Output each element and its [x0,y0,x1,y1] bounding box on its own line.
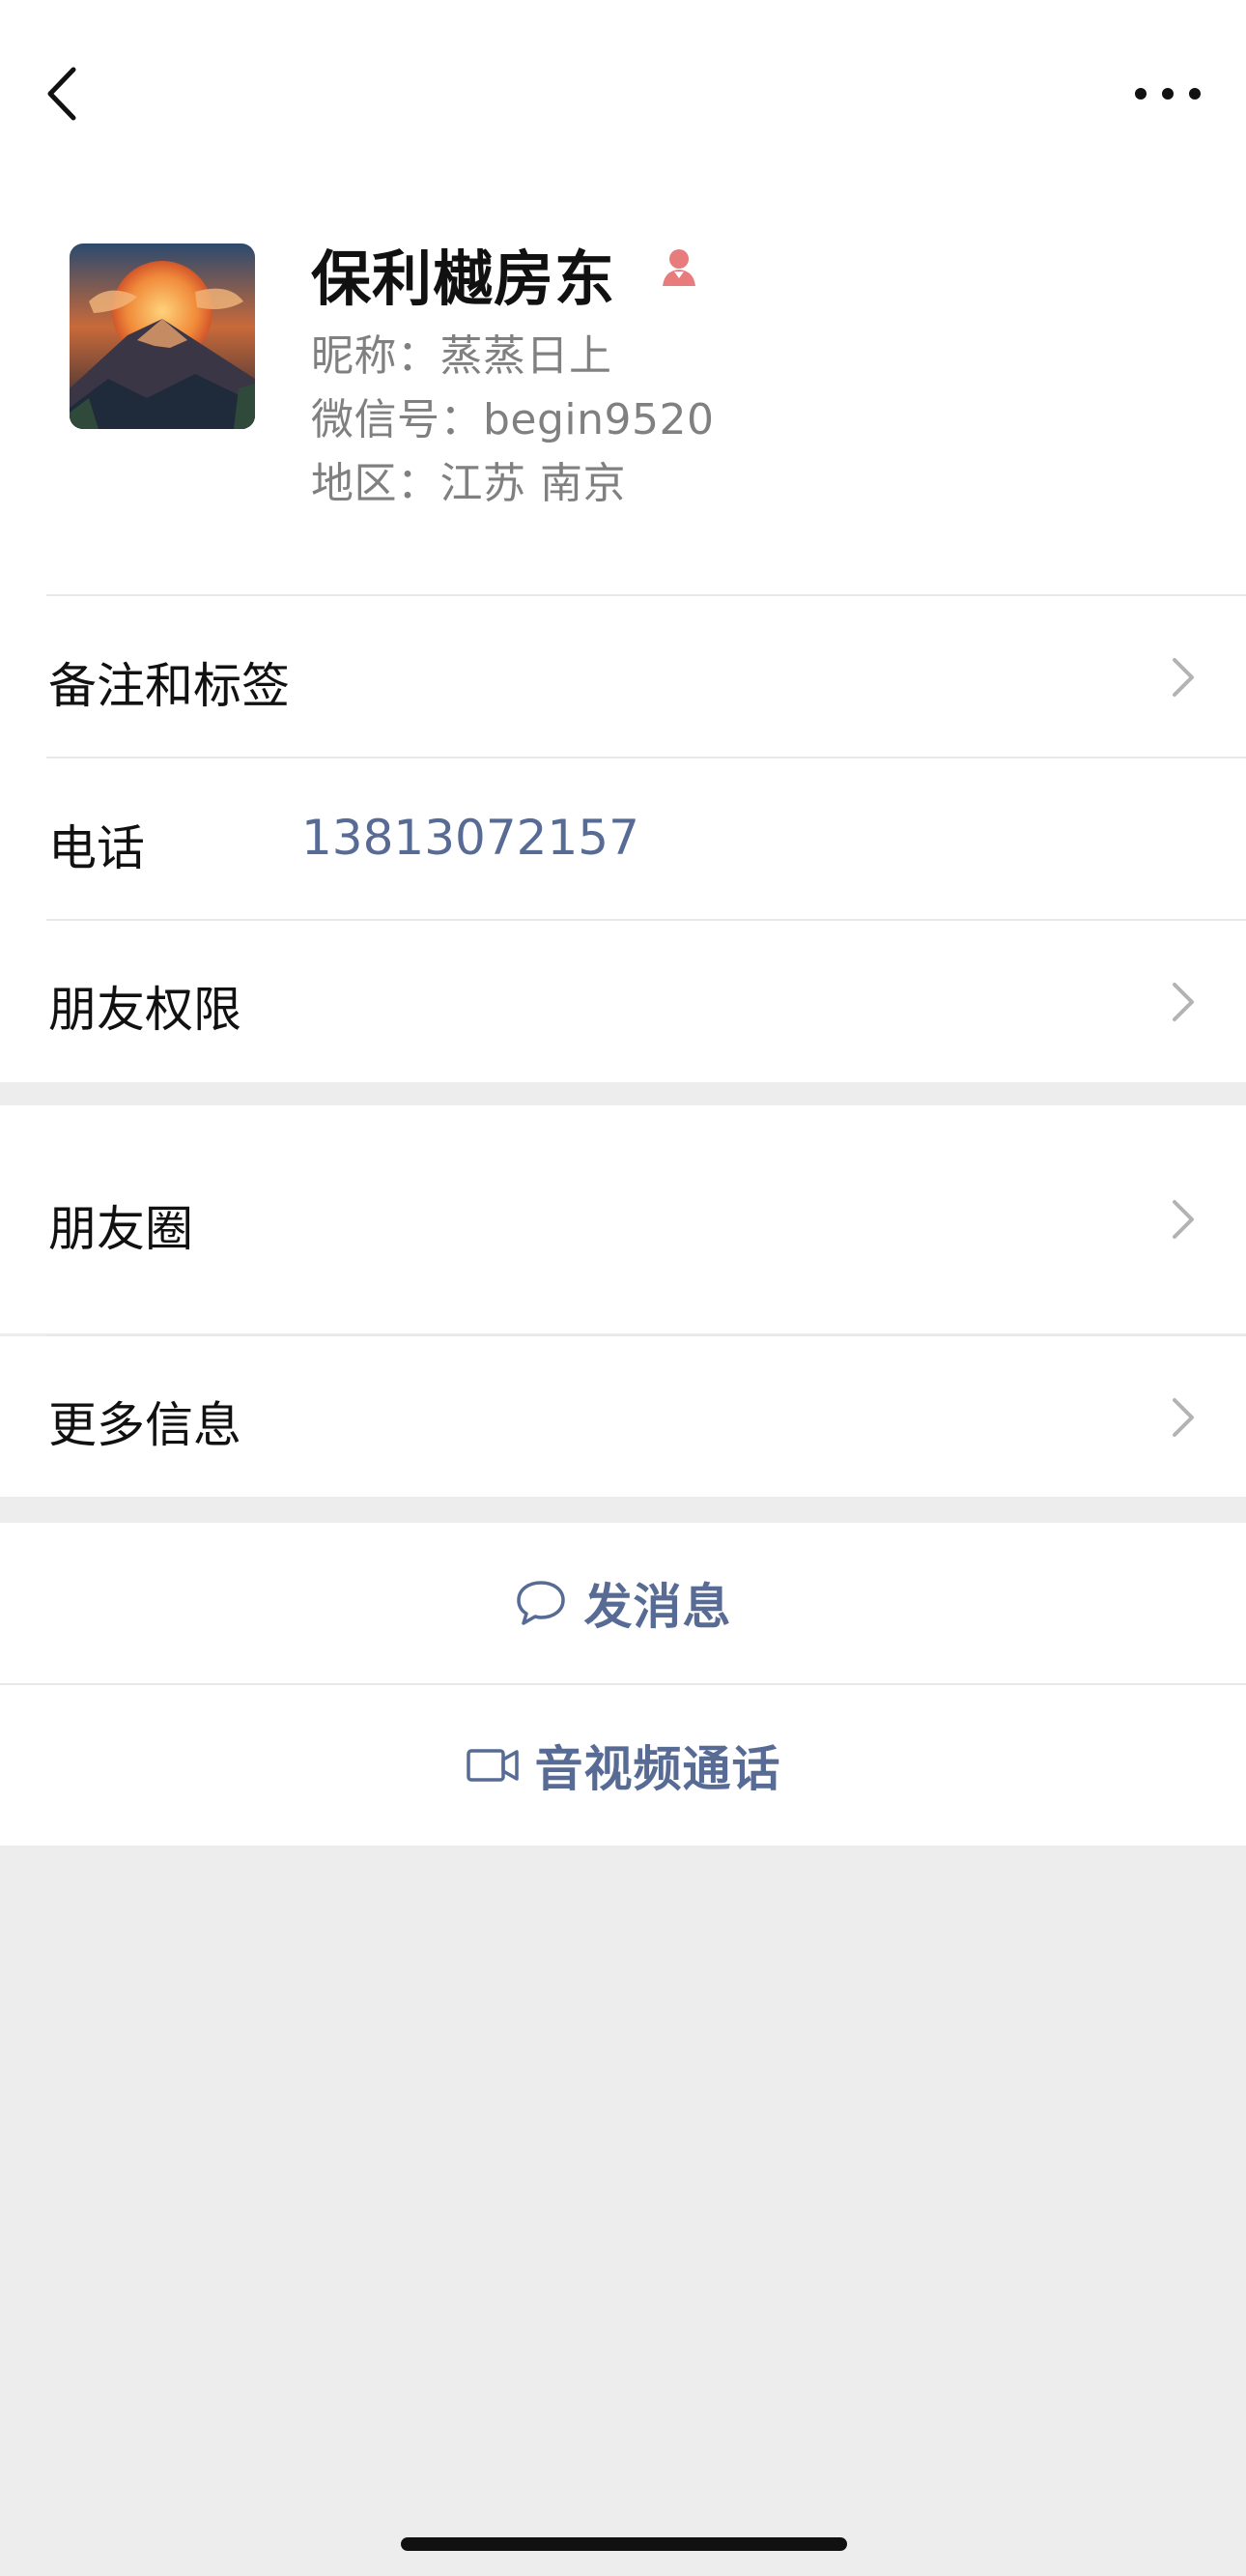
chevron-right-icon [1173,983,1194,1021]
send-message-label: 发消息 [583,1579,732,1635]
moments-row[interactable]: 朋友圈 [0,1105,1246,1333]
home-indicator[interactable] [401,2537,847,2551]
chevron-right-icon [1173,658,1194,697]
nickname-text: 昵称：蒸蒸日上 [311,331,612,381]
chevron-right-icon [1173,1200,1194,1239]
send-message-content: 发消息 [515,1568,732,1638]
female-icon [657,245,701,290]
chevron-left-icon [47,67,76,121]
navigation-bar [0,0,1246,184]
video-camera-icon [466,1749,519,1782]
phone-label: 电话 [48,820,145,876]
chevron-right-icon [1173,1398,1194,1437]
remark-tags-label: 备注和标签 [48,658,290,714]
phone-number-link[interactable]: 13813072157 [301,810,639,866]
chat-bubble-icon [516,1581,565,1625]
friend-permissions-label: 朋友权限 [48,982,241,1038]
more-info-row[interactable]: 更多信息 [0,1336,1246,1497]
region-text: 地区：江苏 南京 [311,459,626,508]
send-message-button[interactable]: 发消息 [0,1523,1246,1683]
avatar-image [70,243,255,429]
contact-name: 保利樾房东 [311,243,616,314]
audio-video-call-content: 音视频通话 [466,1731,781,1800]
wechat-id-text[interactable]: 微信号：begin9520 [311,385,715,446]
contact-profile-page: 保利樾房东 昵称：蒸蒸日上 微信号：begin9520 地区：江苏 南京 备注和… [0,0,1246,2576]
remark-tags-row[interactable]: 备注和标签 [0,596,1246,757]
phone-row: 电话 13813072157 [0,758,1246,919]
moments-label: 朋友圈 [48,1201,193,1257]
more-info-label: 更多信息 [48,1397,241,1453]
avatar[interactable] [70,243,255,429]
friend-permissions-row[interactable]: 朋友权限 [0,921,1246,1081]
audio-video-call-button[interactable]: 音视频通话 [0,1685,1246,1846]
more-dots-icon [1135,88,1201,100]
audio-video-call-label: 音视频通话 [534,1741,781,1797]
back-button[interactable] [37,60,85,128]
more-button[interactable] [1132,70,1204,118]
